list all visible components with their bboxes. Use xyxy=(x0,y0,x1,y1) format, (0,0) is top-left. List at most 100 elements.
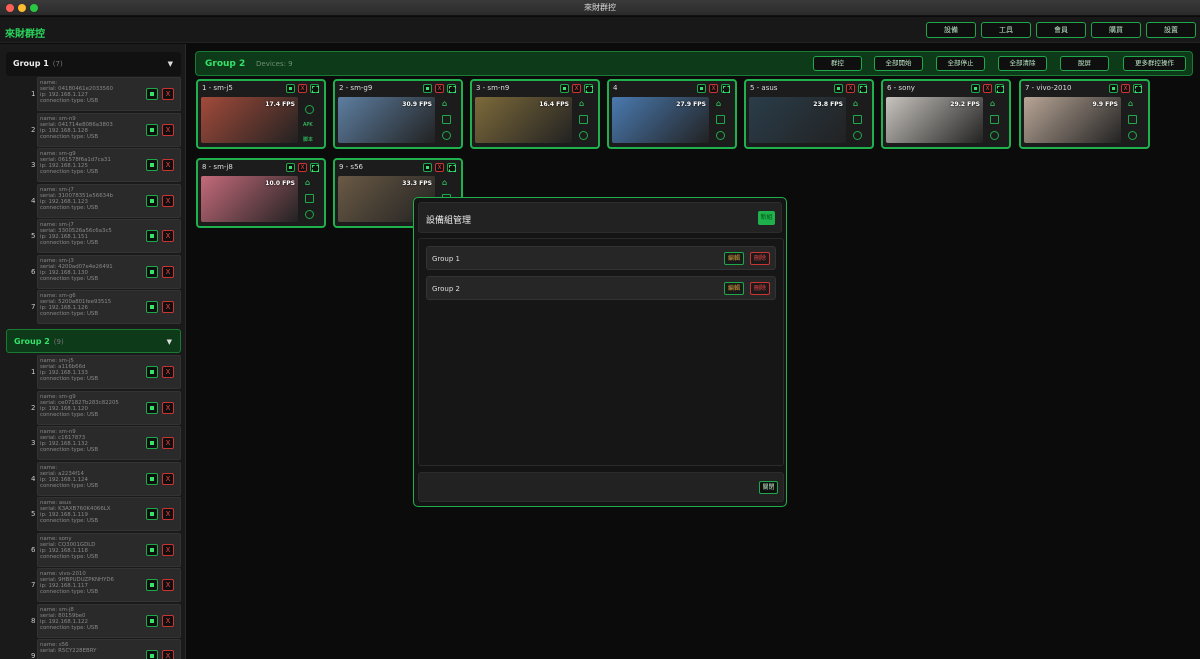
device-card[interactable]: 1 - sm-j5 X 17.4 FPS APK 脚本 xyxy=(196,79,326,149)
stop-device-button[interactable] xyxy=(560,84,569,93)
back-icon[interactable] xyxy=(853,131,862,140)
device-row[interactable]: name: sm-n9 serial: c1617873 ip: 192.168.1… xyxy=(37,426,181,460)
device-screen[interactable]: 10.0 FPS xyxy=(201,176,298,222)
device-row[interactable]: name: sony serial: CQ3001GDLD ip: 192.168.… xyxy=(37,532,181,567)
device-screen[interactable]: 17.4 FPS xyxy=(201,97,298,143)
close-device-button[interactable]: X xyxy=(983,84,992,93)
device-row[interactable]: name: sm-j7 serial: 310078351e56634b ip: 1… xyxy=(37,183,181,218)
device-row[interactable]: name: asus serial: K3AXB760K4066LX ip: 192… xyxy=(37,497,181,531)
close-device-button[interactable]: X xyxy=(162,88,174,100)
purchase-button[interactable]: 購買 xyxy=(1091,22,1141,38)
recent-apps-icon[interactable] xyxy=(579,115,588,124)
device-card[interactable]: 8 - sm-j8 X 10.0 FPS ⌂ xyxy=(196,158,326,228)
device-screen[interactable]: 27.9 FPS xyxy=(612,97,709,143)
close-device-button[interactable]: X xyxy=(162,123,174,136)
close-device-button[interactable]: X xyxy=(162,614,174,627)
fullscreen-icon[interactable] xyxy=(310,84,319,93)
device-row[interactable]: name: sm-j5 serial: a116b66d ip: 192.168.1… xyxy=(37,355,181,389)
close-device-button[interactable]: X xyxy=(709,84,718,93)
close-device-button[interactable]: X xyxy=(435,163,444,172)
device-row[interactable]: name: sm-n9 serial: 041714e8086a3803 ip: 1… xyxy=(37,112,181,147)
back-icon[interactable] xyxy=(305,105,314,114)
back-icon[interactable] xyxy=(305,210,314,219)
device-screen[interactable]: 16.4 FPS xyxy=(475,97,572,143)
group-header-1[interactable]: Group 1 (7) ▼ xyxy=(6,52,181,76)
device-row[interactable]: name: sm-j8 serial: 80159be0 ip: 192.168.1… xyxy=(37,603,181,638)
device-row[interactable]: name: s56 serial: R5CY228EBRY X xyxy=(37,639,181,659)
close-device-button[interactable]: X xyxy=(162,401,174,414)
close-device-button[interactable]: X xyxy=(162,650,174,659)
device-card[interactable]: 3 - sm-n9 X 16.4 FPS ⌂ xyxy=(470,79,600,149)
stop-device-button[interactable] xyxy=(146,194,158,207)
home-icon[interactable]: ⌂ xyxy=(579,99,588,108)
device-card[interactable]: 5 - asus X 23.8 FPS ⌂ xyxy=(744,79,874,149)
stop-device-button[interactable] xyxy=(146,88,158,100)
stop-device-button[interactable] xyxy=(971,84,980,93)
device-card[interactable]: 4 X 27.9 FPS ⌂ xyxy=(607,79,737,149)
close-device-button[interactable]: X xyxy=(298,84,307,93)
home-icon[interactable]: ⌂ xyxy=(442,178,451,187)
close-device-button[interactable]: X xyxy=(162,579,174,591)
device-screen[interactable]: 29.2 FPS xyxy=(886,97,983,143)
start-all-button[interactable]: 全部開始 xyxy=(874,56,923,71)
stop-device-button[interactable] xyxy=(146,508,158,520)
stop-device-button[interactable] xyxy=(286,84,295,93)
delete-group-button[interactable]: 刪除 xyxy=(750,282,770,295)
device-screen[interactable]: 30.9 FPS xyxy=(338,97,435,143)
home-icon[interactable]: ⌂ xyxy=(442,99,451,108)
device-row[interactable]: name: vivo-2010 serial: 9HBPUDUZPKNHYD6 ip… xyxy=(37,568,181,602)
fullscreen-icon[interactable] xyxy=(858,84,867,93)
edit-group-button[interactable]: 編輯 xyxy=(724,252,744,265)
stop-device-button[interactable] xyxy=(146,650,158,659)
caret-down-icon[interactable]: ▼ xyxy=(167,330,172,354)
stop-device-button[interactable] xyxy=(146,301,158,313)
recent-apps-icon[interactable] xyxy=(305,194,314,203)
edit-group-button[interactable]: 編輯 xyxy=(724,282,744,295)
stop-device-button[interactable] xyxy=(146,579,158,591)
stop-device-button[interactable] xyxy=(146,437,158,449)
stop-device-button[interactable] xyxy=(286,163,295,172)
close-device-button[interactable]: X xyxy=(162,472,174,485)
recent-apps-icon[interactable] xyxy=(1128,115,1137,124)
close-device-button[interactable]: X xyxy=(162,366,174,378)
home-icon[interactable]: ⌂ xyxy=(305,178,314,187)
stop-device-button[interactable] xyxy=(146,265,158,278)
device-row[interactable]: name: sm-j3 serial: 4200ad07e4e26491 ip: 1… xyxy=(37,254,181,289)
home-icon[interactable]: ⌂ xyxy=(716,99,725,108)
close-device-button[interactable]: X xyxy=(162,543,174,556)
close-device-button[interactable]: X xyxy=(435,84,444,93)
recent-apps-icon[interactable] xyxy=(442,115,451,124)
close-device-button[interactable]: X xyxy=(298,163,307,172)
device-screen[interactable]: 23.8 FPS xyxy=(749,97,846,143)
back-icon[interactable] xyxy=(1128,131,1137,140)
more-group-actions-button[interactable]: 更多群控操作 xyxy=(1123,56,1186,71)
device-row[interactable]: name: sm-j7 serial: 3300526a56c6a3c5 ip: 1… xyxy=(37,219,181,253)
stop-device-button[interactable] xyxy=(146,614,158,627)
recent-apps-icon[interactable] xyxy=(853,115,862,124)
stop-device-button[interactable] xyxy=(146,543,158,556)
back-icon[interactable] xyxy=(716,131,725,140)
stop-all-button[interactable]: 全部停止 xyxy=(936,56,985,71)
detach-screen-button[interactable]: 脫屏 xyxy=(1060,56,1109,71)
fullscreen-icon[interactable] xyxy=(721,84,730,93)
device-card[interactable]: 2 - sm-g9 X 30.9 FPS ⌂ xyxy=(333,79,463,149)
group-row[interactable]: Group 1 編輯 刪除 xyxy=(426,246,776,270)
fullscreen-icon[interactable] xyxy=(447,163,456,172)
close-device-button[interactable]: X xyxy=(162,508,174,520)
stop-device-button[interactable] xyxy=(146,366,158,378)
stop-device-button[interactable] xyxy=(423,163,432,172)
recent-apps-icon[interactable] xyxy=(990,115,999,124)
script-label[interactable]: 脚本 xyxy=(303,136,313,143)
close-device-button[interactable]: X xyxy=(162,159,174,171)
close-device-button[interactable]: X xyxy=(162,194,174,207)
devices-button[interactable]: 設備 xyxy=(926,22,976,38)
fullscreen-icon[interactable] xyxy=(447,84,456,93)
fullscreen-icon[interactable] xyxy=(1133,84,1142,93)
close-device-button[interactable]: X xyxy=(162,437,174,449)
member-button[interactable]: 會員 xyxy=(1036,22,1086,38)
device-card[interactable]: 6 - sony X 29.2 FPS ⌂ xyxy=(881,79,1011,149)
fullscreen-icon[interactable] xyxy=(584,84,593,93)
fullscreen-icon[interactable] xyxy=(310,163,319,172)
close-device-button[interactable]: X xyxy=(846,84,855,93)
stop-device-button[interactable] xyxy=(146,401,158,414)
